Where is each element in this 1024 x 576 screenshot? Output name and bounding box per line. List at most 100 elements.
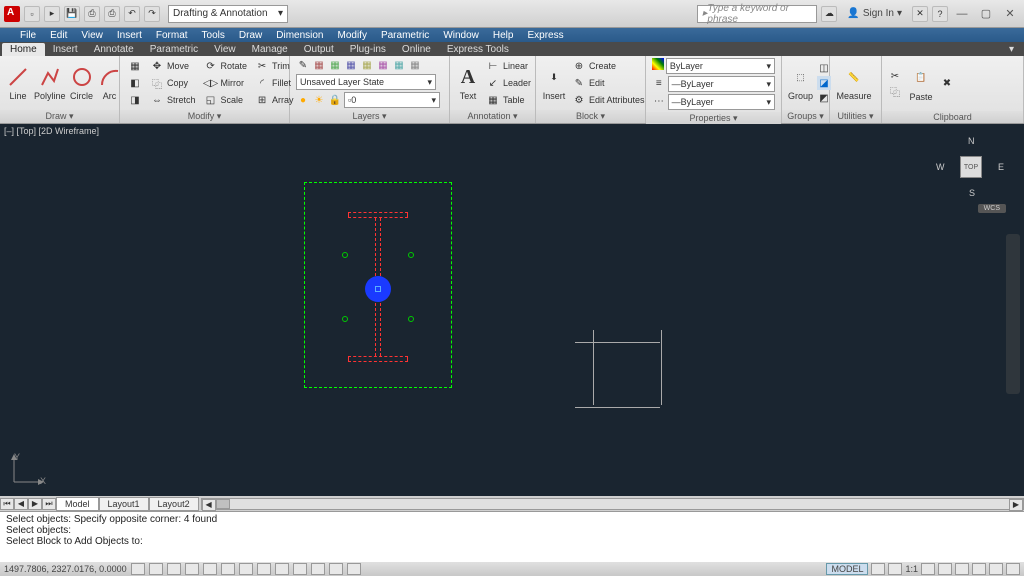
menu-express[interactable]: Express (527, 30, 563, 41)
viewcube-top[interactable]: TOP (960, 156, 982, 178)
layer-bulb-icon[interactable]: ● (296, 93, 310, 107)
sb-sc-icon[interactable] (347, 563, 361, 575)
group-button[interactable]: ⬚Group (788, 59, 813, 107)
grip-icon[interactable] (375, 286, 381, 292)
sb-osnap-icon[interactable] (203, 563, 217, 575)
sb-polar-icon[interactable] (185, 563, 199, 575)
sb-r8-icon[interactable] (1006, 563, 1020, 575)
rotate-button[interactable]: ⟳Rotate (202, 58, 250, 74)
coordinates[interactable]: 1497.7806, 2327.0176, 0.0000 (4, 564, 127, 574)
tab-parametric[interactable]: Parametric (142, 43, 206, 56)
menu-view[interactable]: View (81, 30, 103, 41)
text-button[interactable]: AText (456, 59, 480, 107)
sb-model-button[interactable]: MODEL (826, 563, 868, 575)
paste-button[interactable]: 📋Paste (906, 60, 936, 108)
layer-c7-icon[interactable]: ▦ (408, 58, 422, 72)
help-icon[interactable]: ? (932, 6, 948, 22)
sb-scale[interactable]: 1:1 (905, 564, 918, 574)
tab-insert[interactable]: Insert (45, 43, 86, 56)
print-icon[interactable]: ⎙ (104, 6, 120, 22)
tab-next-icon[interactable]: ▶ (28, 498, 42, 510)
menu-help[interactable]: Help (493, 30, 514, 41)
sb-r4-icon[interactable] (938, 563, 952, 575)
sb-r5-icon[interactable] (955, 563, 969, 575)
layer-brush-icon[interactable]: ✎ (296, 58, 310, 72)
menu-file[interactable]: File (20, 30, 36, 41)
misc-icon-3[interactable]: ◨ (126, 92, 144, 108)
tab-layout2[interactable]: Layout2 (149, 497, 199, 511)
drawing-viewport[interactable]: [–] [Top] [2D Wireframe] TOP N S E W WCS… (0, 124, 1024, 496)
sb-r7-icon[interactable] (989, 563, 1003, 575)
redo-icon[interactable]: ↷ (144, 6, 160, 22)
menu-draw[interactable]: Draw (239, 30, 262, 41)
layer-c1-icon[interactable]: ▦ (312, 58, 326, 72)
saveas-icon[interactable]: ⎙ (84, 6, 100, 22)
menu-insert[interactable]: Insert (117, 30, 142, 41)
maximize-button[interactable]: ▢ (976, 6, 996, 22)
insert-button[interactable]: ⬇Insert (542, 59, 566, 107)
panel-utilities-title[interactable]: Utilities ▾ (830, 110, 881, 123)
panel-draw-title[interactable]: Draw ▾ (0, 110, 119, 123)
exchange-icon[interactable]: ✕ (912, 6, 928, 22)
navigation-bar[interactable] (1006, 234, 1020, 394)
sb-otrack-icon[interactable] (239, 563, 253, 575)
lineweight-icon[interactable]: ≡ (652, 76, 666, 90)
linetype-dropdown[interactable]: — ByLayer▾ (668, 94, 775, 110)
sb-r6-icon[interactable] (972, 563, 986, 575)
stretch-button[interactable]: ⇔Stretch (148, 92, 198, 108)
color-icon[interactable] (652, 58, 664, 70)
minimize-button[interactable]: — (952, 6, 972, 22)
tab-first-icon[interactable]: ⏮ (0, 498, 14, 510)
group-opt3-icon[interactable]: ◩ (817, 91, 831, 105)
copy-clip-icon[interactable]: ⿻ (888, 84, 902, 98)
tab-view[interactable]: View (206, 43, 244, 56)
horizontal-scrollbar[interactable]: ◀▶ (201, 498, 1024, 510)
undo-icon[interactable]: ↶ (124, 6, 140, 22)
sb-qp-icon[interactable] (329, 563, 343, 575)
group-opt2-icon[interactable]: ◪ (817, 76, 831, 90)
misc-icon-2[interactable]: ◧ (126, 75, 144, 91)
sb-r2-icon[interactable] (888, 563, 902, 575)
signin-button[interactable]: 👤 Sign In▾ (841, 8, 908, 19)
sb-ducs-icon[interactable] (257, 563, 271, 575)
panel-layers-title[interactable]: Layers ▾ (290, 110, 449, 123)
table-button[interactable]: ▦Table (484, 92, 533, 108)
group-opt1-icon[interactable]: ◫ (817, 61, 831, 75)
tab-online[interactable]: Online (394, 43, 439, 56)
viewcube-n[interactable]: N (968, 136, 975, 146)
close-button[interactable]: ✕ (1000, 6, 1020, 22)
linear-button[interactable]: ⊢Linear (484, 58, 533, 74)
panel-annotation-title[interactable]: Annotation ▾ (450, 110, 535, 123)
circle-button[interactable]: Circle (70, 59, 94, 107)
color-dropdown[interactable]: ByLayer▾ (666, 58, 775, 74)
measure-button[interactable]: 📏Measure (836, 59, 872, 107)
viewcube[interactable]: TOP N S E W (936, 132, 1006, 202)
workspace-dropdown[interactable]: Drafting & Annotation▾ (168, 5, 288, 23)
scale-button[interactable]: ◱Scale (202, 92, 250, 108)
panel-block-title[interactable]: Block ▾ (536, 110, 645, 123)
move-button[interactable]: ✥Move (148, 58, 198, 74)
viewcube-w[interactable]: W (936, 162, 945, 172)
clip-x-icon[interactable]: ✖ (940, 77, 954, 91)
sb-dyn-icon[interactable] (275, 563, 289, 575)
menu-window[interactable]: Window (443, 30, 479, 41)
viewcube-s[interactable]: S (969, 188, 975, 198)
layer-state-dropdown[interactable]: Unsaved Layer State▾ (296, 74, 436, 90)
layer-c6-icon[interactable]: ▦ (392, 58, 406, 72)
sb-grid-icon[interactable] (149, 563, 163, 575)
sb-r3-icon[interactable] (921, 563, 935, 575)
sb-tpy-icon[interactable] (311, 563, 325, 575)
tab-last-icon[interactable]: ⏭ (42, 498, 56, 510)
tab-home[interactable]: Home (2, 43, 45, 56)
autodesk360-icon[interactable]: ☁ (821, 6, 837, 22)
layer-c3-icon[interactable]: ▦ (344, 58, 358, 72)
menu-dimension[interactable]: Dimension (276, 30, 323, 41)
edit-button[interactable]: ✎Edit (570, 75, 647, 91)
sb-snap-icon[interactable] (131, 563, 145, 575)
edit-attr-button[interactable]: ⚙Edit Attributes (570, 92, 647, 108)
tab-annotate[interactable]: Annotate (86, 43, 142, 56)
tab-plugins[interactable]: Plug-ins (342, 43, 394, 56)
line-button[interactable]: Line (6, 59, 30, 107)
sb-lwt-icon[interactable] (293, 563, 307, 575)
leader-button[interactable]: ↙Leader (484, 75, 533, 91)
